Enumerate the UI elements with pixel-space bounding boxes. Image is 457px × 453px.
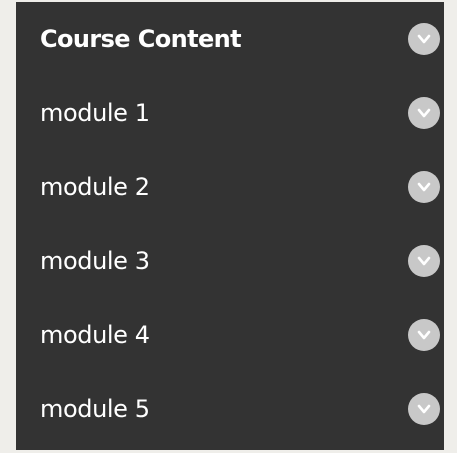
menu-item-label: module 3	[40, 247, 150, 275]
chevron-down-icon[interactable]	[408, 393, 440, 425]
chevron-down-icon[interactable]	[408, 23, 440, 55]
menu-item-module-3[interactable]: module 3	[16, 224, 444, 298]
menu-item-module-2[interactable]: module 2	[16, 150, 444, 224]
menu-item-module-5[interactable]: module 5	[16, 372, 444, 446]
menu-item-module-1[interactable]: module 1	[16, 76, 444, 150]
chevron-down-icon[interactable]	[408, 319, 440, 351]
course-menu-panel: Course Content module 1 module 2 module …	[16, 2, 444, 450]
menu-item-label: module 2	[40, 173, 150, 201]
chevron-down-icon[interactable]	[408, 97, 440, 129]
menu-item-label: module 4	[40, 321, 150, 349]
chevron-down-icon[interactable]	[408, 171, 440, 203]
menu-item-module-4[interactable]: module 4	[16, 298, 444, 372]
menu-item-label: module 5	[40, 395, 150, 423]
menu-item-label: module 1	[40, 99, 150, 127]
course-content-header[interactable]: Course Content	[16, 2, 444, 76]
course-content-title: Course Content	[40, 25, 242, 53]
chevron-down-icon[interactable]	[408, 245, 440, 277]
